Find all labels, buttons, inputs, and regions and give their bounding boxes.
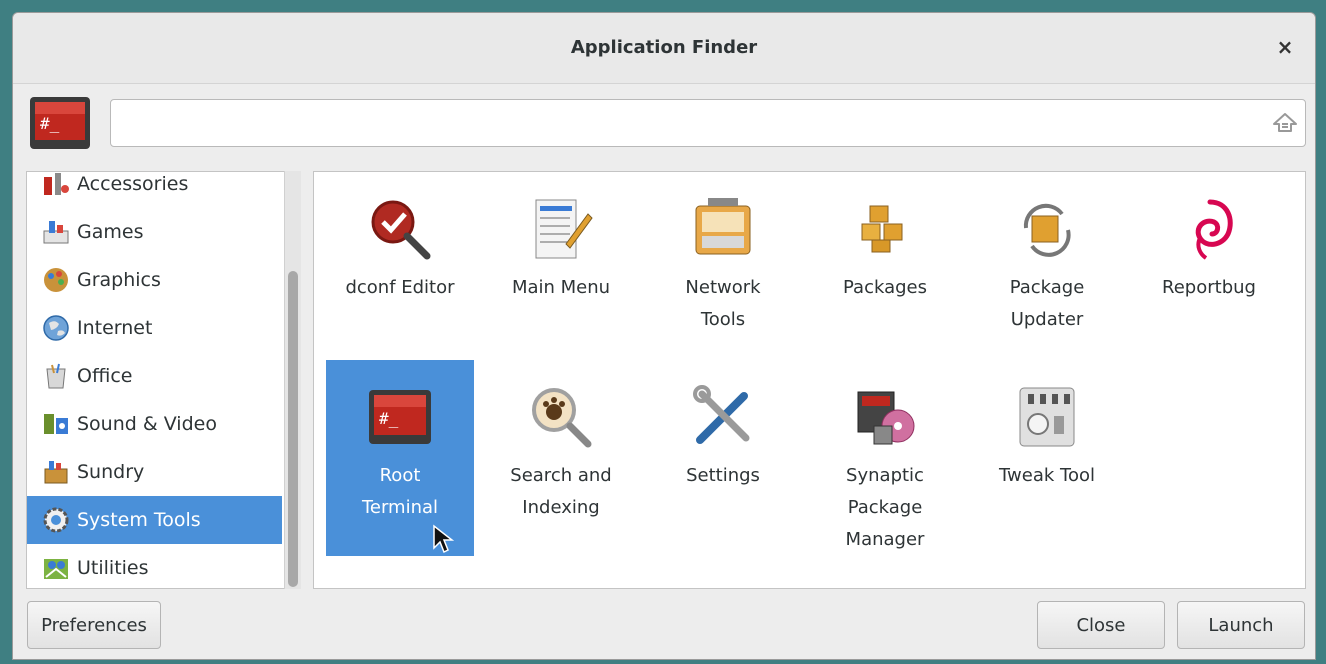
- reportbug-icon: [1195, 199, 1233, 260]
- system-tools-icon: [43, 507, 69, 533]
- titlebar[interactable]: Application Finder ×: [13, 13, 1315, 84]
- sidebar-item-label: Games: [77, 221, 144, 243]
- app-main-menu[interactable]: Main Menu: [487, 172, 635, 368]
- sidebar-item-sundry[interactable]: Sundry: [27, 448, 282, 496]
- clear-icon[interactable]: [1271, 109, 1299, 137]
- sidebar-item-label: Sound & Video: [77, 413, 217, 435]
- root-terminal-icon: #_: [369, 390, 431, 444]
- app-label: Settings: [686, 465, 760, 486]
- app-label: Search and Indexing: [510, 465, 612, 518]
- app-label: dconf Editor: [345, 277, 455, 298]
- category-list: Accessories Games Graphics Internet Offi…: [26, 171, 301, 589]
- sidebar-item-system-tools[interactable]: System Tools: [27, 496, 282, 544]
- app-label: Package Updater: [1009, 277, 1085, 330]
- window-close-icon[interactable]: ×: [1275, 35, 1295, 59]
- sidebar-item-games[interactable]: Games: [27, 208, 282, 256]
- app-label: Reportbug: [1162, 277, 1256, 298]
- sidebar-item-label: Sundry: [77, 461, 145, 483]
- network-tools-icon: [695, 198, 751, 255]
- main-menu-icon: [535, 199, 593, 259]
- app-label: Root Terminal: [361, 465, 439, 518]
- app-dconf-editor[interactable]: dconf Editor: [326, 172, 474, 368]
- graphics-icon: [44, 268, 68, 292]
- search-indexing-icon: [532, 388, 592, 448]
- close-button[interactable]: Close: [1037, 601, 1165, 649]
- sidebar-item-label: Internet: [77, 317, 153, 339]
- app-tweak-tool[interactable]: Tweak Tool: [973, 360, 1121, 556]
- accessories-icon: [44, 173, 69, 195]
- sidebar-item-label: Office: [77, 365, 133, 387]
- sidebar-item-label: System Tools: [77, 509, 201, 531]
- sidebar-item-sound-video[interactable]: Sound & Video: [27, 400, 282, 448]
- app-search-indexing[interactable]: Search and Indexing: [487, 360, 635, 556]
- sound-video-icon: [44, 414, 68, 434]
- window-title: Application Finder: [570, 37, 758, 58]
- sundry-icon: [44, 461, 68, 484]
- games-icon: [43, 221, 69, 244]
- office-icon: [46, 363, 66, 389]
- app-settings[interactable]: Settings: [649, 360, 797, 556]
- settings-icon: [693, 385, 750, 444]
- app-label: Main Menu: [511, 277, 611, 298]
- app-label: Packages: [843, 277, 927, 298]
- app-reportbug[interactable]: Reportbug: [1135, 172, 1283, 368]
- application-grid: dconf Editor Main Menu Network Tools Pac…: [313, 171, 1306, 589]
- category-scrollbar-thumb[interactable]: [288, 271, 298, 587]
- app-label: Tweak Tool: [999, 465, 1095, 486]
- app-synaptic[interactable]: Synaptic Package Manager: [811, 360, 959, 556]
- synaptic-icon: [857, 391, 915, 445]
- application-finder-window: Application Finder × #_ Accessories Game…: [12, 12, 1316, 660]
- app-package-updater[interactable]: Package Updater: [973, 172, 1121, 368]
- sidebar-item-internet[interactable]: Internet: [27, 304, 282, 352]
- sidebar-item-label: Utilities: [77, 557, 149, 579]
- app-network-tools[interactable]: Network Tools: [649, 172, 797, 368]
- tweak-tool-icon: [1019, 387, 1075, 447]
- app-label: Network Tools: [685, 277, 761, 330]
- root-terminal-icon: #_: [28, 95, 92, 151]
- launch-button[interactable]: Launch: [1177, 601, 1305, 649]
- sidebar-item-accessories[interactable]: Accessories: [27, 172, 282, 208]
- mouse-pointer-icon: [432, 524, 455, 554]
- search-input[interactable]: [110, 99, 1306, 147]
- utilities-icon: [44, 559, 68, 579]
- dconf-editor-icon: [371, 200, 431, 260]
- svg-text:#_: #_: [379, 409, 399, 428]
- sidebar-item-label: Graphics: [77, 269, 161, 291]
- internet-icon: [43, 315, 69, 341]
- sidebar-item-utilities[interactable]: Utilities: [27, 544, 282, 588]
- app-label: Synaptic Package Manager: [845, 465, 925, 550]
- preferences-button[interactable]: Preferences: [27, 601, 161, 649]
- packages-icon: [861, 205, 903, 253]
- svg-text:#_: #_: [40, 114, 60, 133]
- sidebar-item-office[interactable]: Office: [27, 352, 282, 400]
- sidebar-item-label: Accessories: [77, 173, 189, 195]
- sidebar-item-graphics[interactable]: Graphics: [27, 256, 282, 304]
- package-updater-icon: [1023, 203, 1071, 257]
- app-packages[interactable]: Packages: [811, 172, 959, 368]
